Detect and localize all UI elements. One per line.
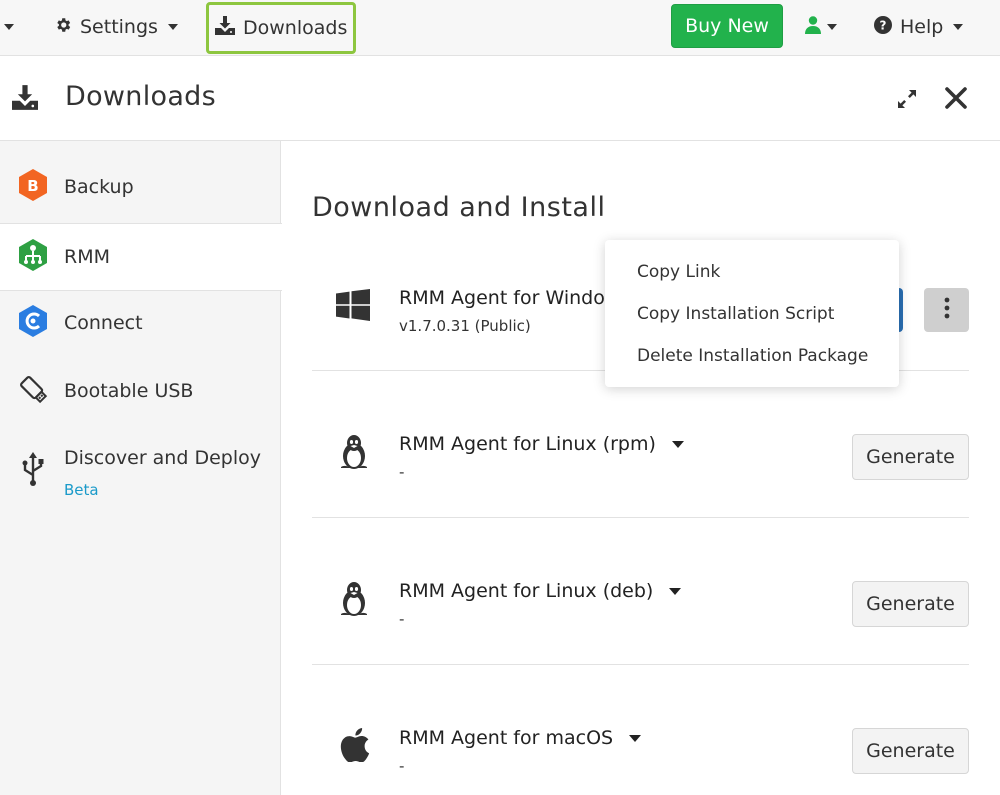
download-icon	[12, 85, 38, 114]
row-divider	[312, 517, 969, 518]
usb-symbol-icon	[17, 451, 49, 491]
svg-text:B: B	[27, 177, 38, 195]
menu-item-copy-link[interactable]: Copy Link	[637, 262, 720, 282]
linux-icon	[340, 581, 368, 621]
rmm-icon	[17, 238, 49, 276]
buy-new-button[interactable]: Buy New	[671, 4, 783, 48]
user-icon	[805, 15, 821, 39]
sidebar-item-bootable-usb[interactable]: Bootable USB	[0, 359, 281, 423]
nav-downloads-label: Downloads	[243, 17, 348, 39]
backup-icon: B	[17, 168, 49, 206]
sidebar-item-label: Discover and Deploy	[64, 447, 261, 469]
package-name-label: RMM Agent for macOS	[399, 727, 614, 749]
sidebar-item-backup[interactable]: B Backup	[0, 155, 281, 219]
package-name[interactable]: RMM Agent for Linux (deb)	[399, 580, 682, 602]
panel-title: Downloads	[65, 81, 216, 112]
package-version: -	[399, 610, 405, 628]
nav-overflow-caret[interactable]	[4, 0, 14, 54]
svg-text:?: ?	[880, 18, 887, 32]
question-circle-icon: ?	[874, 15, 892, 39]
kebab-icon	[944, 297, 950, 323]
windows-icon	[336, 289, 370, 325]
sidebar-item-label: Connect	[64, 312, 143, 334]
linux-icon	[340, 434, 368, 474]
chevron-down-icon	[671, 440, 684, 448]
help-label: Help	[900, 16, 944, 38]
close-icon[interactable]	[944, 86, 968, 114]
connect-icon	[17, 304, 49, 342]
generate-button[interactable]: Generate	[852, 728, 969, 774]
gear-icon	[54, 16, 72, 39]
generate-button[interactable]: Generate	[852, 434, 969, 480]
sidebar-item-discover-deploy[interactable]: Discover and Deploy Beta	[0, 431, 281, 511]
sidebar-item-label: Bootable USB	[64, 380, 194, 402]
nav-settings-menu[interactable]: Settings	[54, 0, 178, 54]
package-name-label: RMM Agent for Linux (rpm)	[399, 433, 656, 455]
nav-downloads[interactable]: Downloads	[206, 2, 356, 54]
menu-item-copy-installation-script[interactable]: Copy Installation Script	[637, 304, 834, 324]
package-name: RMM Agent for Windo	[399, 287, 605, 309]
usb-drive-icon	[17, 373, 49, 409]
chevron-down-icon	[629, 734, 642, 742]
apple-icon	[340, 728, 370, 766]
sidebar: B Backup RMM Connect Bootable USB Discov…	[0, 141, 282, 795]
user-menu[interactable]	[805, 0, 837, 54]
generate-button[interactable]: Generate	[852, 581, 969, 627]
sidebar-item-label: Backup	[64, 176, 134, 198]
beta-badge: Beta	[64, 481, 99, 499]
chevron-down-icon	[669, 587, 682, 595]
sidebar-item-label: RMM	[64, 246, 110, 268]
more-options-button[interactable]	[924, 288, 969, 332]
package-row-macos: RMM Agent for macOS - Generate	[312, 714, 969, 795]
package-version: v1.7.0.31 (Public)	[399, 317, 531, 335]
sidebar-item-connect[interactable]: Connect	[0, 291, 281, 355]
package-name[interactable]: RMM Agent for macOS	[399, 727, 642, 749]
help-menu[interactable]: ? Help	[874, 0, 964, 54]
sidebar-item-rmm[interactable]: RMM	[0, 223, 282, 291]
expand-icon[interactable]	[896, 88, 918, 114]
chevron-down-icon	[827, 24, 837, 30]
context-menu: Copy Link Copy Installation Script Delet…	[605, 240, 899, 387]
package-row-linux-deb: RMM Agent for Linux (deb) - Generate	[312, 567, 969, 664]
package-name-label: RMM Agent for Linux (deb)	[399, 580, 654, 602]
package-name[interactable]: RMM Agent for Linux (rpm)	[399, 433, 684, 455]
panel-header: Downloads	[0, 57, 1000, 141]
top-navbar: Settings Downloads Buy New ? Help	[0, 0, 1000, 56]
package-version: -	[399, 757, 405, 775]
chevron-down-icon	[167, 24, 178, 30]
section-title: Download and Install	[312, 192, 606, 223]
chevron-down-icon	[953, 24, 964, 30]
download-icon	[215, 16, 235, 40]
nav-settings-label: Settings	[80, 16, 158, 38]
package-row-linux-rpm: RMM Agent for Linux (rpm) - Generate	[312, 420, 969, 517]
row-divider	[312, 664, 969, 665]
package-version: -	[399, 463, 405, 481]
menu-item-delete-installation-package[interactable]: Delete Installation Package	[637, 346, 868, 366]
chevron-down-icon	[4, 24, 14, 30]
